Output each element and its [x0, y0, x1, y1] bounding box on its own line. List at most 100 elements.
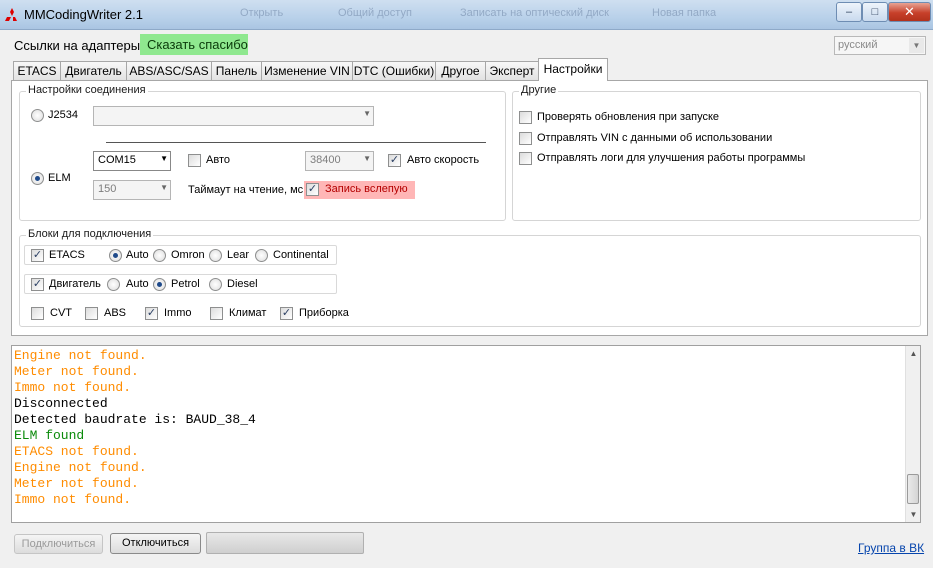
tab-dtc[interactable]: DTC (Ошибки): [352, 61, 436, 80]
chevron-down-icon: ▼: [160, 154, 168, 163]
auto-speed-label: Авто скорость: [407, 154, 480, 166]
j2534-device-select[interactable]: ▼: [93, 106, 374, 126]
tab-settings[interactable]: Настройки: [538, 58, 608, 81]
j2534-radio[interactable]: [31, 109, 44, 122]
check-updates-label: Проверять обновления при запуске: [537, 111, 720, 123]
etacs-checkbox[interactable]: ✓: [31, 249, 44, 262]
etacs-continental-label: Continental: [273, 249, 329, 261]
immo-checkbox[interactable]: ✓: [145, 307, 158, 320]
connection-settings-legend: Настройки соединения: [26, 84, 148, 96]
other-settings-group: Другие Проверять обновления при запуске …: [512, 84, 921, 221]
climate-checkbox[interactable]: [210, 307, 223, 320]
abs-label: ABS: [104, 307, 127, 319]
adapters-link[interactable]: Ссылки на адаптеры: [14, 38, 140, 53]
scroll-thumb[interactable]: [907, 474, 919, 504]
minimize-button[interactable]: –: [836, 2, 862, 22]
log-line: Engine not found.: [14, 348, 147, 363]
dashboard-checkbox[interactable]: ✓: [280, 307, 293, 320]
disconnect-button[interactable]: Отключиться: [110, 533, 201, 554]
auto-port-checkbox[interactable]: [188, 154, 201, 167]
etacs-row: ✓ ETACS Auto Omron Lear Continental: [24, 245, 337, 265]
send-logs-checkbox[interactable]: [519, 152, 532, 165]
log-line: Detected baudrate is: BAUD_38_4: [14, 412, 256, 427]
cvt-label: CVT: [50, 307, 72, 319]
blind-write-highlight[interactable]: ✓ Запись вслепую: [304, 181, 415, 199]
engine-checkbox[interactable]: ✓: [31, 278, 44, 291]
scroll-up-icon[interactable]: ▲: [906, 346, 921, 361]
log-line: Meter not found.: [14, 364, 139, 379]
thanks-button[interactable]: Сказать спасибо: [140, 34, 248, 55]
etacs-continental-radio[interactable]: [255, 249, 268, 262]
elm-radio[interactable]: [31, 172, 44, 185]
taskbar-ghost-1: Открыть: [240, 7, 284, 19]
etacs-lear-radio[interactable]: [209, 249, 222, 262]
tab-engine[interactable]: Двигатель: [60, 61, 127, 80]
cvt-checkbox[interactable]: [31, 307, 44, 320]
log-lines: Engine not found. Meter not found. Immo no…: [14, 348, 920, 508]
window-title: MMCodingWriter 2.1: [24, 7, 143, 22]
auto-speed-checkbox[interactable]: ✓: [388, 154, 401, 167]
connect-button[interactable]: Подключиться: [14, 534, 103, 554]
vk-group-link[interactable]: Группа в ВК: [858, 541, 924, 555]
blind-write-label: Запись вслепую: [325, 183, 408, 195]
abs-checkbox[interactable]: [85, 307, 98, 320]
title-bar[interactable]: MMCodingWriter 2.1 Открыть Общий доступ …: [0, 0, 933, 30]
j2534-label: J2534: [48, 109, 78, 121]
log-scrollbar[interactable]: ▲ ▼: [905, 346, 920, 522]
log-line: ELM found: [14, 428, 85, 443]
dashboard-label: Приборка: [299, 307, 349, 319]
close-button[interactable]: ✕: [888, 2, 931, 22]
check-updates-checkbox[interactable]: [519, 111, 532, 124]
blocks-legend: Блоки для подключения: [26, 228, 154, 240]
mitsubishi-logo-icon: [5, 8, 17, 21]
climate-label: Климат: [229, 307, 267, 319]
tab-vin[interactable]: Изменение VIN: [261, 61, 353, 80]
timeout-value: 150: [98, 183, 117, 195]
tab-expert[interactable]: Эксперт: [485, 61, 539, 80]
chevron-down-icon: ▼: [363, 109, 371, 118]
engine-petrol-label: Petrol: [171, 278, 200, 290]
tab-panel[interactable]: Панель: [211, 61, 262, 80]
com-port-select[interactable]: COM15 ▼: [93, 151, 171, 171]
engine-petrol-radio[interactable]: [153, 278, 166, 291]
engine-label: Двигатель: [49, 278, 101, 290]
scroll-down-icon[interactable]: ▼: [906, 507, 921, 522]
baud-rate-select[interactable]: 38400 ▼: [305, 151, 374, 171]
other-settings-legend: Другие: [519, 84, 559, 96]
maximize-button[interactable]: □: [862, 2, 888, 22]
baud-rate-value: 38400: [310, 154, 341, 166]
blocks-group: Блоки для подключения ✓ ETACS Auto Omron…: [19, 228, 921, 327]
taskbar-ghost-3: Записать на оптический диск: [460, 7, 609, 19]
tab-etacs[interactable]: ETACS: [13, 61, 61, 80]
engine-auto-radio[interactable]: [107, 278, 120, 291]
log-line: Disconnected: [14, 396, 108, 411]
timeout-label: Таймаут на чтение, мс: [188, 184, 304, 196]
etacs-label: ETACS: [49, 249, 85, 261]
progress-bar: [206, 532, 364, 554]
tab-abs[interactable]: ABS/ASC/SAS: [126, 61, 212, 80]
com-port-value: COM15: [98, 154, 136, 166]
send-vin-checkbox[interactable]: [519, 132, 532, 145]
auto-port-label: Авто: [206, 154, 230, 166]
etacs-auto-label: Auto: [126, 249, 149, 261]
language-value: русский: [838, 39, 878, 51]
engine-diesel-label: Diesel: [227, 278, 258, 290]
blind-write-checkbox[interactable]: ✓: [306, 183, 319, 196]
etacs-omron-radio[interactable]: [153, 249, 166, 262]
engine-diesel-radio[interactable]: [209, 278, 222, 291]
etacs-omron-label: Omron: [171, 249, 205, 261]
taskbar-ghost-2: Общий доступ: [338, 7, 412, 19]
etacs-lear-label: Lear: [227, 249, 250, 261]
separator-line: [106, 142, 486, 143]
timeout-select[interactable]: 150 ▼: [93, 180, 171, 200]
log-output[interactable]: Engine not found. Meter not found. Immo no…: [11, 345, 921, 523]
taskbar-ghost-4: Новая папка: [652, 7, 717, 19]
send-logs-label: Отправлять логи для улучшения работы про…: [537, 152, 806, 164]
send-vin-label: Отправлять VIN с данными об использовани…: [537, 132, 773, 144]
tab-other[interactable]: Другое: [435, 61, 486, 80]
log-line: Immo not found.: [14, 492, 132, 507]
engine-row: ✓ Двигатель Auto Petrol Diesel: [24, 274, 337, 294]
chevron-down-icon: ▼: [363, 154, 371, 163]
etacs-auto-radio[interactable]: [109, 249, 122, 262]
language-select[interactable]: русский ▼: [834, 36, 926, 55]
